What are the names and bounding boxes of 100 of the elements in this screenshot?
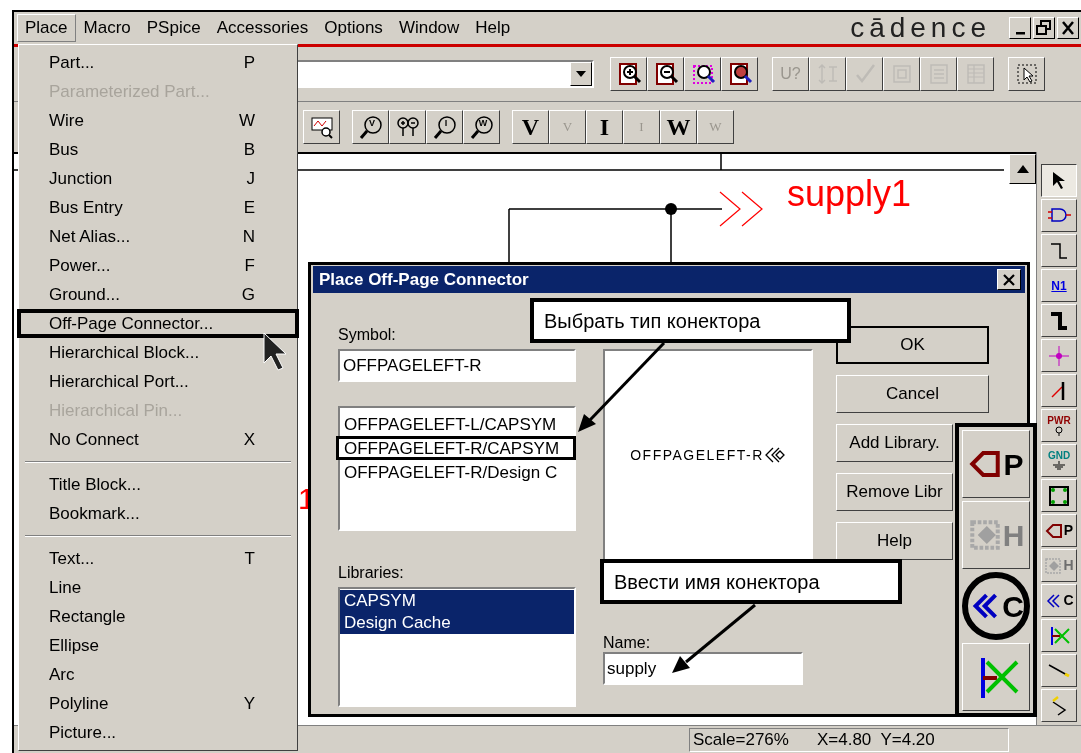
toolbar-button[interactable]: V <box>352 110 389 144</box>
menu-item[interactable]: Junction J <box>17 164 299 193</box>
toolbar-button[interactable] <box>610 57 647 91</box>
list-item[interactable]: OFFPAGELEFT-R/CAPSYM <box>336 436 576 460</box>
dialog-button[interactable]: Help <box>836 522 953 560</box>
menu-item[interactable]: Arc <box>17 660 299 689</box>
connector-symbol-icon <box>763 446 786 464</box>
menu-item[interactable]: Bookmark... <box>17 499 299 528</box>
toolbar-button[interactable]: W <box>463 110 500 144</box>
close-icon <box>1002 272 1016 287</box>
menu-item[interactable]: Bus Entry E <box>17 193 299 222</box>
symbol-list[interactable]: OFFPAGELEFT-L/CAPSYM OFFPAGELEFT-R/CAPSYM OFFPAGELEFT-R/Design C <box>338 406 576 531</box>
library-list[interactable]: CAPSYM Design Cache <box>338 587 576 707</box>
tool-button[interactable]: C <box>1041 584 1077 617</box>
restore-button[interactable] <box>1033 17 1055 39</box>
toolbar-button[interactable]: I <box>426 110 463 144</box>
waveform-icon <box>308 114 335 140</box>
junction-dot <box>665 203 677 215</box>
shortcut-key: B <box>243 136 255 163</box>
menu-item[interactable]: Off-Page Connector... <box>17 309 299 338</box>
menu-item[interactable]: Picture... <box>17 718 299 747</box>
dialog-button[interactable]: Add Library. <box>836 424 953 462</box>
toolbar-button[interactable] <box>303 110 340 144</box>
menu-item[interactable]: Accessories <box>208 14 317 42</box>
polyline-icon <box>1051 695 1067 716</box>
toolbar-button[interactable] <box>684 57 721 91</box>
menu-item-label: Net Alias... <box>49 225 131 248</box>
menu-item-label: No Connect <box>49 428 139 451</box>
list-item[interactable]: OFFPAGELEFT-L/CAPSYM <box>340 412 574 436</box>
probe-icon <box>469 114 495 140</box>
list-item[interactable]: OFFPAGELEFT-R/Design C <box>340 460 574 484</box>
menu-item[interactable]: Text... T <box>17 544 299 573</box>
tool-button[interactable]: C <box>962 572 1030 640</box>
ground-label: GND <box>1047 450 1071 461</box>
menu-item[interactable]: Wire W <box>17 106 299 135</box>
toolbar-button[interactable] <box>721 57 758 91</box>
toolbar-button[interactable]: V <box>512 110 549 144</box>
menu-item[interactable]: Hierarchical Port... <box>17 367 299 396</box>
menu-item[interactable]: Ground... G <box>17 280 299 309</box>
toolbar-button[interactable]: I <box>586 110 623 144</box>
dialog-button[interactable]: OK <box>836 326 989 364</box>
offpage-connector-symbol <box>719 191 763 227</box>
menu-item[interactable]: Rectangle <box>17 602 299 631</box>
tool-button[interactable] <box>1041 164 1077 197</box>
scroll-up-button[interactable] <box>1009 154 1036 184</box>
toolbar-button[interactable] <box>647 57 684 91</box>
menu-item[interactable]: Hierarchical Block... <box>17 338 299 367</box>
close-button[interactable] <box>1057 17 1079 39</box>
minimize-button[interactable] <box>1009 17 1031 39</box>
mouse-cursor-icon <box>263 332 287 371</box>
brand-logo: cādence <box>850 14 991 42</box>
menu-item[interactable]: Options <box>316 14 391 42</box>
toolbar-button[interactable]: W <box>660 110 697 144</box>
shortcut-key: G <box>241 281 255 308</box>
name-input[interactable]: supply <box>603 652 803 685</box>
menu-item[interactable]: Bus B <box>17 135 299 164</box>
symbol-input[interactable]: OFFPAGELEFT-R <box>338 349 576 382</box>
menu-item[interactable]: Ellipse <box>17 631 299 660</box>
tool-button[interactable]: P <box>1041 514 1077 547</box>
menu-item[interactable]: Place <box>17 14 76 42</box>
menu-item[interactable]: Window <box>390 14 468 42</box>
shortcut-key: N <box>242 223 255 250</box>
menu-item-label: Polyline <box>49 692 109 715</box>
field-label: Name: <box>603 633 652 652</box>
menu-item[interactable]: Macro <box>75 14 139 42</box>
callout-label: Выбрать тип конектора <box>530 298 851 343</box>
list-item[interactable]: CAPSYM <box>340 590 574 612</box>
menu-item[interactable]: Polyline Y <box>17 689 299 718</box>
coordinates-readout: X=4.80 Y=4.20 <box>816 728 935 751</box>
shortcut-key: X <box>243 426 255 453</box>
menu-item[interactable]: No Connect X <box>17 425 299 454</box>
menu-item[interactable]: Help <box>467 14 519 42</box>
menu-item[interactable]: Line <box>17 573 299 602</box>
menu-item[interactable]: Title Block... <box>17 470 299 499</box>
menu-item-label: Text... <box>49 547 95 570</box>
shortcut-key: J <box>246 165 255 192</box>
tool-label: P <box>1063 521 1074 540</box>
menu-item[interactable]: Net Alias... N <box>17 222 299 251</box>
toolbar-button[interactable] <box>1008 57 1045 91</box>
menu-item-label: Bus <box>49 138 79 161</box>
tool-button[interactable]: PWR <box>1041 409 1077 442</box>
field-label: Symbol: <box>338 325 397 345</box>
tool-button[interactable]: N1 <box>1041 269 1077 302</box>
dialog-button[interactable]: Remove Libr <box>836 473 953 511</box>
menu-item[interactable]: Part... P <box>17 48 299 77</box>
ground-icon <box>1051 460 1067 471</box>
menu-item-label: Part... <box>49 51 95 74</box>
close-button[interactable] <box>997 269 1021 290</box>
list-item[interactable]: Design Cache <box>340 612 574 634</box>
toolbar-button[interactable] <box>389 110 426 144</box>
tool-label: C <box>1063 591 1074 610</box>
probe-icon <box>432 114 458 140</box>
power-label: PWR <box>1047 415 1071 426</box>
tool-button[interactable]: P <box>962 430 1030 498</box>
tool-label: H <box>1002 517 1025 554</box>
dialog-button[interactable]: Cancel <box>836 375 989 413</box>
menu-item[interactable]: PSpice <box>138 14 209 42</box>
tool-label: C <box>1002 588 1024 625</box>
shortcut-key: Y <box>243 690 255 717</box>
menu-item[interactable]: Power... F <box>17 251 299 280</box>
